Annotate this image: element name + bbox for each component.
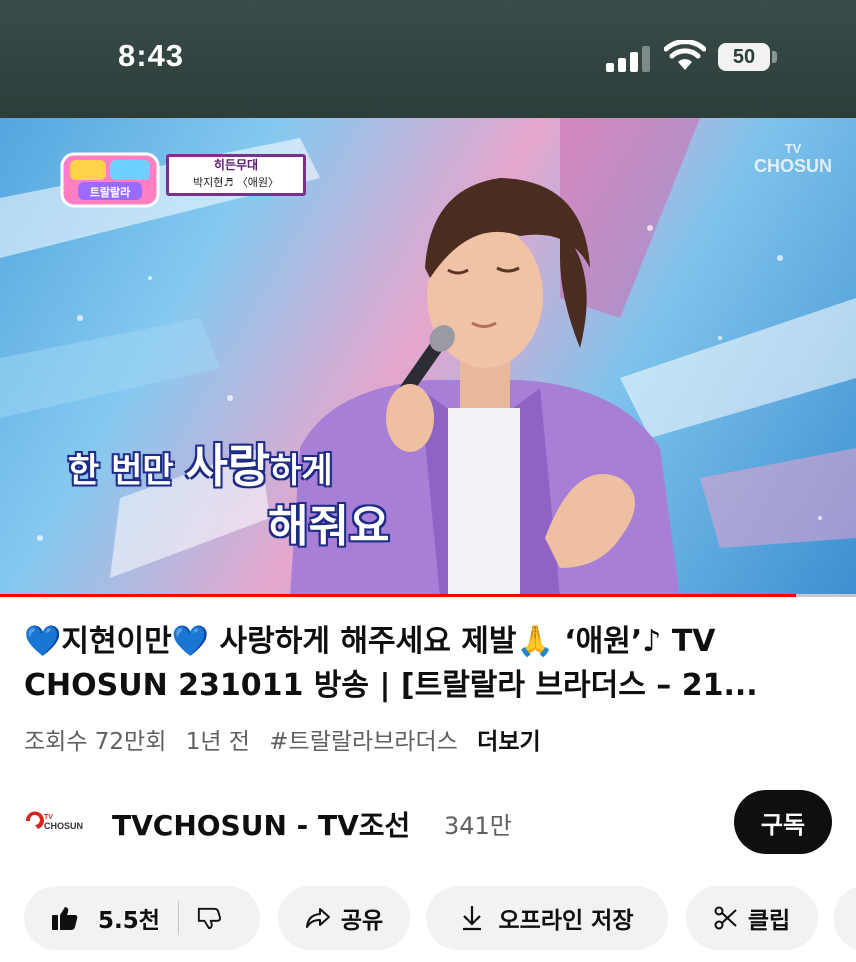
like-dislike-pill: 5.5천: [24, 886, 260, 950]
upload-age: 1년 전: [185, 729, 250, 755]
lyric-part-a: 한 번만: [68, 451, 186, 491]
channel-watermark-bottom: CHOSUN: [753, 156, 832, 176]
share-button[interactable]: 공유: [278, 886, 410, 950]
subscribe-button[interactable]: 구독: [734, 790, 832, 854]
like-divider: [177, 901, 179, 935]
status-bar: 8:43 50: [0, 0, 856, 118]
video-player[interactable]: 트랄랄라 히든무대 박지현♬ 〈애원〉 TV CHOSUN 한 번만 사랑하게 …: [0, 118, 856, 597]
channel-watermark-top: TV: [784, 141, 802, 156]
lyric-subtitle-line2: 해줘요: [268, 501, 390, 552]
clip-label: 클립: [747, 908, 791, 934]
battery-tip: [772, 51, 777, 63]
like-count: 5.5천: [98, 908, 160, 934]
video-title-line2: CHOSUN 231011 방송 | [트랄랄라 브라더스 – 21...: [24, 668, 758, 703]
hashtag-link[interactable]: #트랄랄라브라더스: [269, 729, 458, 755]
status-time: 8:43: [118, 38, 185, 73]
subscriber-count: 341만: [444, 812, 512, 840]
lyric-part-c: 하게: [270, 451, 333, 491]
more-actions-button[interactable]: [834, 886, 856, 950]
thumbs-down-icon[interactable]: [197, 906, 221, 930]
lyric-part-b: 사랑: [185, 439, 271, 493]
clip-button[interactable]: 클립: [686, 886, 818, 950]
video-title[interactable]: 💙지현이만💙 사랑하게 해주세요 제발🙏 ‘애원’♪ TV CHOSUN 231…: [24, 620, 832, 708]
svg-text:트랄랄라: 트랄랄라: [90, 185, 131, 199]
channel-logo-text: CHOSUN: [44, 821, 83, 831]
channel-avatar[interactable]: TV CHOSUN: [24, 810, 88, 832]
cellular-signal-icon: [606, 46, 650, 72]
stage-caption-song: 박지현♬ 〈애원〉: [193, 176, 279, 189]
download-label: 오프라인 저장: [498, 908, 634, 934]
like-button[interactable]: 5.5천: [24, 901, 160, 935]
view-count: 조회수 72만회: [24, 729, 167, 755]
action-bar: 5.5천 공유 오프라인 저장 클립: [0, 886, 856, 950]
thumbs-up-icon: [52, 907, 78, 930]
share-arrow-icon: [305, 908, 330, 928]
show-logo-image: 트랄랄라: [60, 152, 160, 208]
battery-icon: 50: [718, 43, 770, 71]
stage-caption-title: 히든무대: [213, 158, 259, 172]
stage-caption: 히든무대 박지현♬ 〈애원〉: [166, 154, 306, 196]
battery-level: 50: [732, 46, 756, 68]
download-icon: [462, 906, 481, 931]
video-title-line1: 💙지현이만💙 사랑하게 해주세요 제발🙏 ‘애원’♪ TV: [24, 624, 716, 659]
scissors-icon: [714, 906, 737, 930]
channel-name[interactable]: TVCHOSUN - TV조선: [112, 804, 410, 844]
channel-row[interactable]: TV CHOSUN TVCHOSUN - TV조선 341만 구독: [0, 790, 856, 856]
channel-watermark: TV CHOSUN: [750, 141, 836, 177]
lyric-subtitle-line1: 한 번만 사랑하게: [68, 430, 333, 496]
channel-logo-small: TV: [44, 814, 53, 821]
video-meta[interactable]: 조회수 72만회 1년 전 #트랄랄라브라더스 더보기: [24, 722, 553, 756]
more-button[interactable]: 더보기: [477, 729, 540, 755]
wifi-icon: [664, 40, 706, 70]
share-label: 공유: [340, 908, 384, 934]
download-button[interactable]: 오프라인 저장: [426, 886, 668, 950]
